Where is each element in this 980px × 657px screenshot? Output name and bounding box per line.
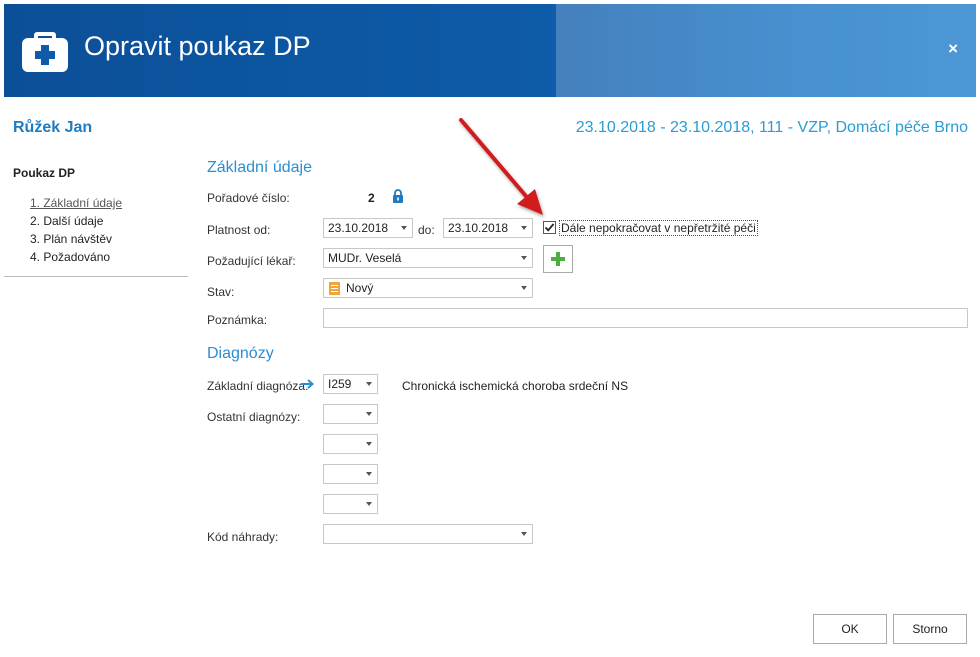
titlebar-pattern [556,4,976,97]
valid-to-value: 23.10.2018 [448,221,509,235]
checkmark-icon [544,223,555,232]
main-diagnosis-select[interactable]: I259 [323,374,378,394]
patient-name: Růžek Jan [13,119,93,136]
section-diagnoses-title: Diagnózy [207,345,274,362]
other-diagnosis-select[interactable] [323,404,378,424]
replacement-code-label: Kód náhrady: [207,530,279,544]
doctor-value: MUDr. Veselá [328,251,402,265]
main-diagnosis-description: Chronická ischemická choroba srdeční NS [402,379,629,393]
chevron-down-icon [521,286,527,290]
cancel-button[interactable]: Storno [893,614,967,644]
sidebar-item-visit-plan[interactable]: 3. Plán návštěv [30,232,122,250]
order-label: Pořadové číslo: [207,191,290,205]
plus-icon [551,252,565,266]
chevron-down-icon [521,532,527,536]
other-diagnosis-select[interactable] [323,434,378,454]
order-value: 2 [368,191,375,205]
note-label: Poznámka: [207,313,268,327]
lock-icon [393,189,403,203]
note-input[interactable] [323,308,968,328]
sidebar-divider [4,276,188,277]
validity-label: Platnost od: [207,223,271,237]
doctor-select[interactable]: MUDr. Veselá [323,248,533,268]
other-diagnosis-select[interactable] [323,494,378,514]
chevron-down-icon [366,412,372,416]
sidebar-title: Poukaz DP [13,166,76,180]
sidebar-item-basic[interactable]: 1. Základní údaje [30,196,122,214]
continue-checkbox[interactable] [543,221,556,234]
sidebar-item-other[interactable]: 2. Další údaje [30,214,122,232]
close-icon[interactable]: × [948,39,958,59]
replacement-code-select[interactable] [323,524,533,544]
other-diagnoses-label: Ostatní diagnózy: [207,410,301,424]
chevron-down-icon [521,256,527,260]
main-diagnosis-label: Základní diagnóza: [207,379,309,393]
state-label: Stav: [207,285,235,299]
sidebar-nav: 1. Základní údaje 2. Další údaje 3. Plán… [30,196,122,268]
ok-button[interactable]: OK [813,614,887,644]
document-icon [329,282,340,295]
window-title: Opravit poukaz DP [84,31,311,61]
chevron-down-icon [521,226,527,230]
state-value: Nový [346,281,374,295]
chevron-down-icon [366,502,372,506]
add-doctor-button[interactable] [543,245,573,273]
state-select[interactable]: Nový [323,278,533,298]
section-basic-title: Základní údaje [207,159,312,176]
chevron-down-icon [366,442,372,446]
annotation-arrow [459,118,543,215]
doctor-label: Požadující lékař: [207,254,296,268]
episode-info: 23.10.2018 - 23.10.2018, 111 - VZP, Domá… [575,119,968,136]
title-bar: Opravit poukaz DP × [4,4,976,97]
to-label: do: [418,223,435,237]
sidebar-item-requested[interactable]: 4. Požadováno [30,250,122,268]
chevron-down-icon [366,472,372,476]
valid-from-value: 23.10.2018 [328,221,389,235]
medical-kit-icon [22,32,68,72]
arrow-right-icon [301,379,315,389]
other-diagnosis-select[interactable] [323,464,378,484]
chevron-down-icon [366,382,372,386]
continue-checkbox-label[interactable]: Dále nepokračovat v nepřetržité péči [559,220,758,236]
valid-from-picker[interactable]: 23.10.2018 [323,218,413,238]
chevron-down-icon [401,226,407,230]
